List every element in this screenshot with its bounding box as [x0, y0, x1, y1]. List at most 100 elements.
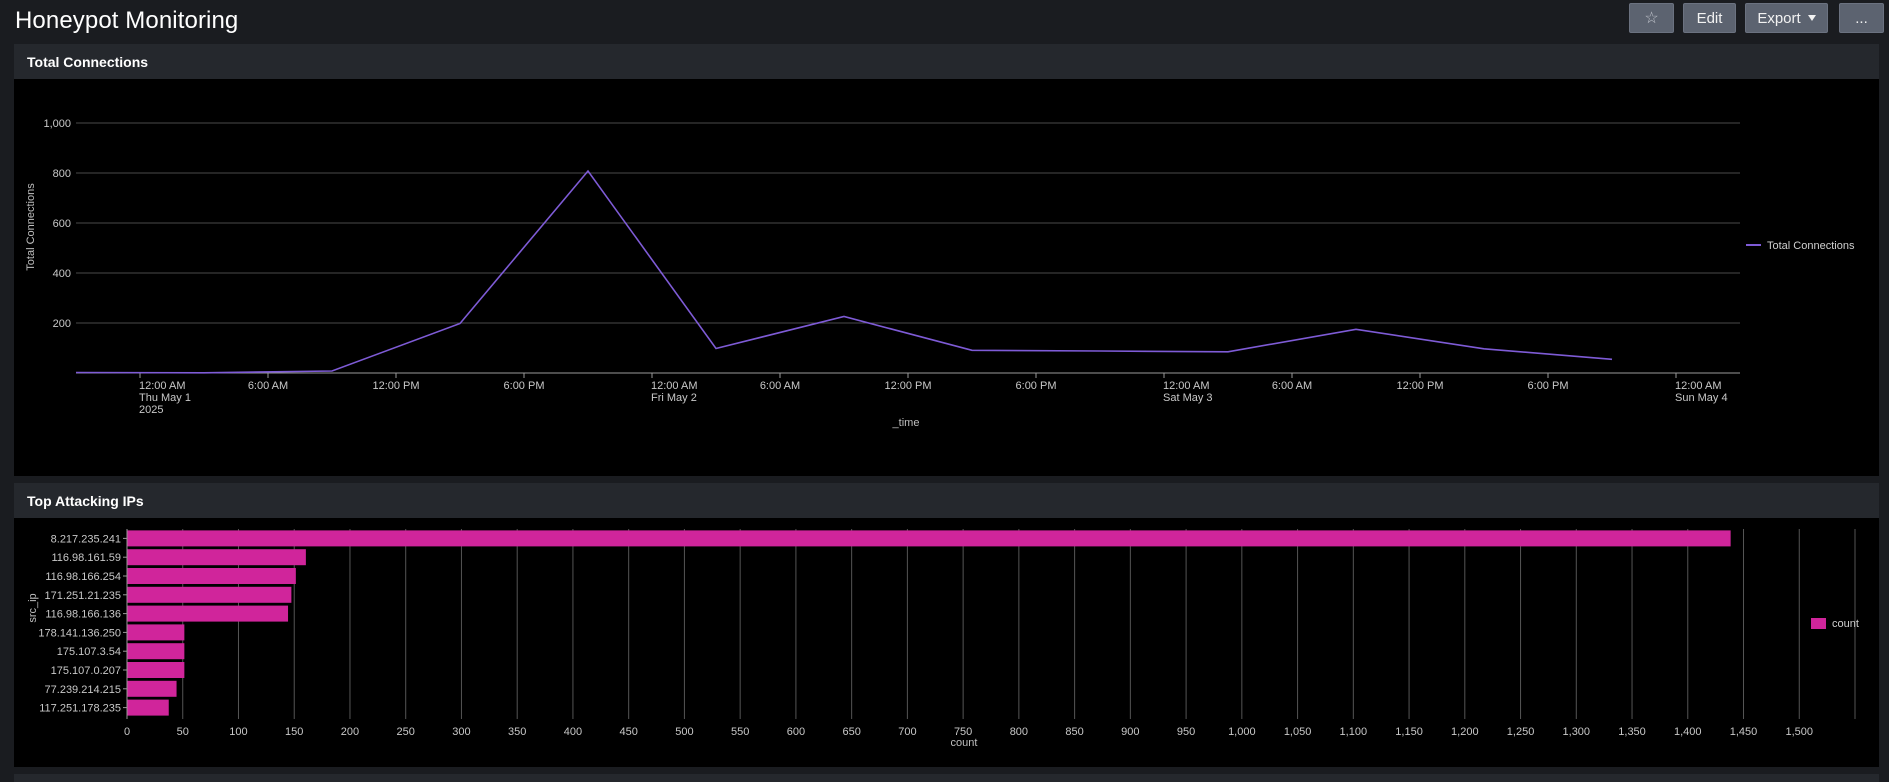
x-tick-label: 6:00 PM	[504, 380, 545, 392]
y-tick-label: 600	[53, 218, 71, 230]
y-axis-label: src_ip	[27, 593, 39, 622]
next-panel-header	[14, 774, 1879, 782]
x-tick-label: 12:00 AM	[1675, 380, 1721, 392]
x-tick-label: 6:00 PM	[1528, 380, 1569, 392]
more-actions-button[interactable]: ...	[1839, 3, 1884, 33]
category-label: 8.217.235.241	[51, 533, 121, 545]
x-tick-label: 12:00 AM	[139, 380, 185, 392]
x-tick-label: 100	[229, 726, 247, 738]
x-tick-label: 400	[564, 726, 582, 738]
x-tick-label: Sat May 3	[1163, 392, 1213, 404]
x-tick-label: Fri May 2	[651, 392, 697, 404]
y-axis-label: Total Connections	[25, 183, 37, 271]
legend-label: count	[1832, 618, 1859, 630]
caret-down-icon	[1807, 15, 1816, 21]
legend[interactable]: count	[1811, 618, 1859, 630]
bar[interactable]	[127, 624, 185, 641]
x-tick-label: 650	[842, 726, 860, 738]
x-tick-label: 6:00 PM	[1016, 380, 1057, 392]
favorite-button[interactable]: ☆	[1629, 3, 1674, 33]
panel-header: Top Attacking IPs	[14, 483, 1879, 518]
x-tick-label: 2025	[139, 404, 163, 416]
bar-chart: 8.217.235.241 116.98.161.59 116.98.166.254…	[27, 529, 1859, 749]
x-axis-label: count	[951, 737, 978, 749]
bar[interactable]	[127, 568, 296, 584]
bar[interactable]	[127, 605, 289, 622]
y-tick-label: 200	[53, 318, 71, 330]
category-label: 117.251.178.235	[39, 703, 121, 715]
total-connections-panel: Total Connections 200 400 600 800 1,000 12:0…	[14, 44, 1879, 476]
x-tick-label: 1,300	[1563, 726, 1591, 738]
x-tick-label: 600	[787, 726, 805, 738]
x-tick-label: 12:00 AM	[1163, 380, 1209, 392]
x-tick-label: 12:00 PM	[1396, 380, 1443, 392]
category-label: 178.141.136.250	[38, 627, 121, 639]
category-label: 116.98.166.136	[45, 609, 121, 621]
legend-swatch	[1811, 618, 1826, 629]
x-tick-label: 800	[1010, 726, 1028, 738]
x-tick-label: 12:00 AM	[651, 380, 697, 392]
x-tick-label: 500	[675, 726, 693, 738]
x-tick-label: 1,050	[1284, 726, 1312, 738]
bar[interactable]	[127, 662, 185, 678]
x-tick-label: 50	[177, 726, 189, 738]
bar[interactable]	[127, 549, 306, 566]
bar[interactable]	[127, 680, 177, 697]
x-tick-label: 150	[285, 726, 303, 738]
category-label: 116.98.166.254	[45, 571, 121, 583]
x-tick-label: 1,450	[1730, 726, 1758, 738]
legend-label: Total Connections	[1767, 240, 1855, 252]
x-tick-label: 450	[619, 726, 637, 738]
top-attacking-ips-panel: Top Attacking IPs 8.217.235.241 116.98.16…	[14, 483, 1879, 767]
export-label: Export	[1757, 10, 1801, 27]
y-tick-label: 1,000	[43, 118, 71, 130]
x-tick-label: 350	[508, 726, 526, 738]
category-label: 175.107.3.54	[57, 646, 121, 658]
series-line-total-connections[interactable]	[75, 169, 1613, 374]
bar[interactable]	[127, 530, 1731, 547]
x-tick-label: 12:00 PM	[372, 380, 419, 392]
x-axis-label: _time	[892, 417, 920, 429]
x-tick-label: 0	[124, 726, 130, 738]
category-label: 77.239.214.215	[45, 684, 121, 696]
x-tick-label: 900	[1121, 726, 1139, 738]
x-tick-label: 1,350	[1618, 726, 1646, 738]
category-label: 171.251.21.235	[45, 590, 121, 602]
category-label: 116.98.161.59	[51, 552, 121, 564]
x-tick-label: 1,400	[1674, 726, 1702, 738]
y-tick-label: 800	[53, 168, 71, 180]
page-title: Honeypot Monitoring	[15, 7, 239, 34]
x-tick-label: 6:00 AM	[248, 380, 288, 392]
x-tick-label: 6:00 AM	[760, 380, 800, 392]
x-tick-label: 1,100	[1340, 726, 1368, 738]
x-tick-label: 700	[898, 726, 916, 738]
x-tick-label: 200	[341, 726, 359, 738]
x-tick-label: 550	[731, 726, 749, 738]
category-label: 175.107.0.207	[51, 665, 121, 677]
legend[interactable]: Total Connections	[1746, 240, 1855, 252]
bar[interactable]	[127, 699, 169, 716]
x-tick-label: Thu May 1	[139, 392, 191, 404]
x-tick-label: 12:00 PM	[884, 380, 931, 392]
panel-title: Total Connections	[27, 54, 149, 70]
x-tick-label: 250	[397, 726, 415, 738]
edit-button[interactable]: Edit	[1683, 3, 1736, 33]
export-button[interactable]: Export	[1745, 3, 1828, 33]
bar[interactable]	[127, 643, 185, 660]
bar[interactable]	[127, 586, 292, 603]
x-tick-label: 1,150	[1395, 726, 1423, 738]
x-tick-label: 950	[1177, 726, 1195, 738]
panel-title: Top Attacking IPs	[27, 493, 144, 509]
x-tick-label: 6:00 AM	[1272, 380, 1312, 392]
y-tick-label: 400	[53, 268, 71, 280]
x-tick-label: 1,200	[1451, 726, 1479, 738]
x-tick-label: 300	[452, 726, 470, 738]
panel-header: Total Connections	[14, 44, 1879, 79]
x-tick-label: 1,000	[1228, 726, 1256, 738]
star-icon: ☆	[1644, 10, 1659, 27]
x-tick-label: Sun May 4	[1675, 392, 1728, 404]
x-tick-label: 1,500	[1785, 726, 1813, 738]
x-tick-label: 1,250	[1507, 726, 1535, 738]
x-tick-label: 850	[1065, 726, 1083, 738]
line-chart: 2004006008001,000 12:00 AMThu May 120256…	[25, 118, 1855, 429]
